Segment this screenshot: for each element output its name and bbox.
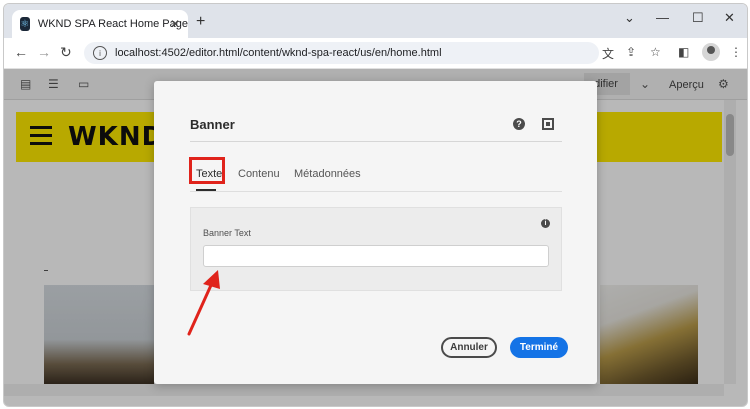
cancel-button[interactable]: Annuler: [441, 337, 497, 358]
banner-text-label: Banner Text: [203, 228, 251, 238]
text-panel: i Banner Text: [190, 207, 562, 291]
forward-icon[interactable]: →: [37, 44, 51, 60]
tab-metadonnees[interactable]: Métadonnées: [294, 168, 361, 180]
maximize-icon[interactable]: ☐: [692, 10, 704, 26]
new-tab-icon[interactable]: +: [196, 13, 205, 31]
close-window-icon[interactable]: ✕: [724, 10, 735, 26]
navigation-bar: ← → ↻ i localhost:4502/editor.html/conte…: [4, 38, 747, 69]
banner-dialog: Banner ? Texte Contenu Métadonnées i Ban…: [154, 81, 597, 384]
translate-icon[interactable]: 文: [602, 45, 614, 62]
reload-icon[interactable]: ↻: [60, 44, 72, 61]
title-bar: ⚛ WKND SPA React Home Page ✕ + ⌄ — ☐ ✕: [4, 4, 747, 38]
share-icon[interactable]: ⇪: [626, 45, 636, 59]
info-icon[interactable]: i: [541, 219, 550, 228]
url-text: localhost:4502/editor.html/content/wknd-…: [115, 47, 442, 59]
site-info-icon[interactable]: i: [93, 46, 107, 60]
tabs-divider: [190, 191, 562, 192]
tab-contenu[interactable]: Contenu: [238, 168, 280, 180]
address-bar[interactable]: i localhost:4502/editor.html/content/wkn…: [84, 42, 599, 64]
close-tab-icon[interactable]: ✕: [170, 17, 180, 31]
dialog-title: Banner: [190, 117, 235, 132]
profile-avatar[interactable]: [702, 43, 720, 61]
divider: [190, 141, 562, 142]
highlight-box: [189, 157, 225, 184]
tab-title: WKND SPA React Home Page: [37, 18, 188, 30]
chevron-down-icon[interactable]: ⌄: [624, 10, 635, 26]
done-button[interactable]: Terminé: [510, 337, 568, 358]
minimize-icon[interactable]: —: [656, 10, 669, 25]
help-icon[interactable]: ?: [513, 118, 525, 130]
fullscreen-icon[interactable]: [542, 118, 554, 130]
more-menu-icon[interactable]: ⋮: [730, 45, 742, 59]
bookmark-star-icon[interactable]: ☆: [650, 45, 661, 59]
banner-text-input[interactable]: [203, 245, 549, 267]
browser-tab[interactable]: ⚛ WKND SPA React Home Page ✕: [12, 10, 188, 38]
react-favicon-icon: ⚛: [20, 17, 30, 31]
side-panel-icon[interactable]: ◧: [678, 45, 689, 59]
back-icon[interactable]: ←: [14, 44, 28, 60]
browser-window: ⚛ WKND SPA React Home Page ✕ + ⌄ — ☐ ✕ ←…: [3, 3, 748, 407]
